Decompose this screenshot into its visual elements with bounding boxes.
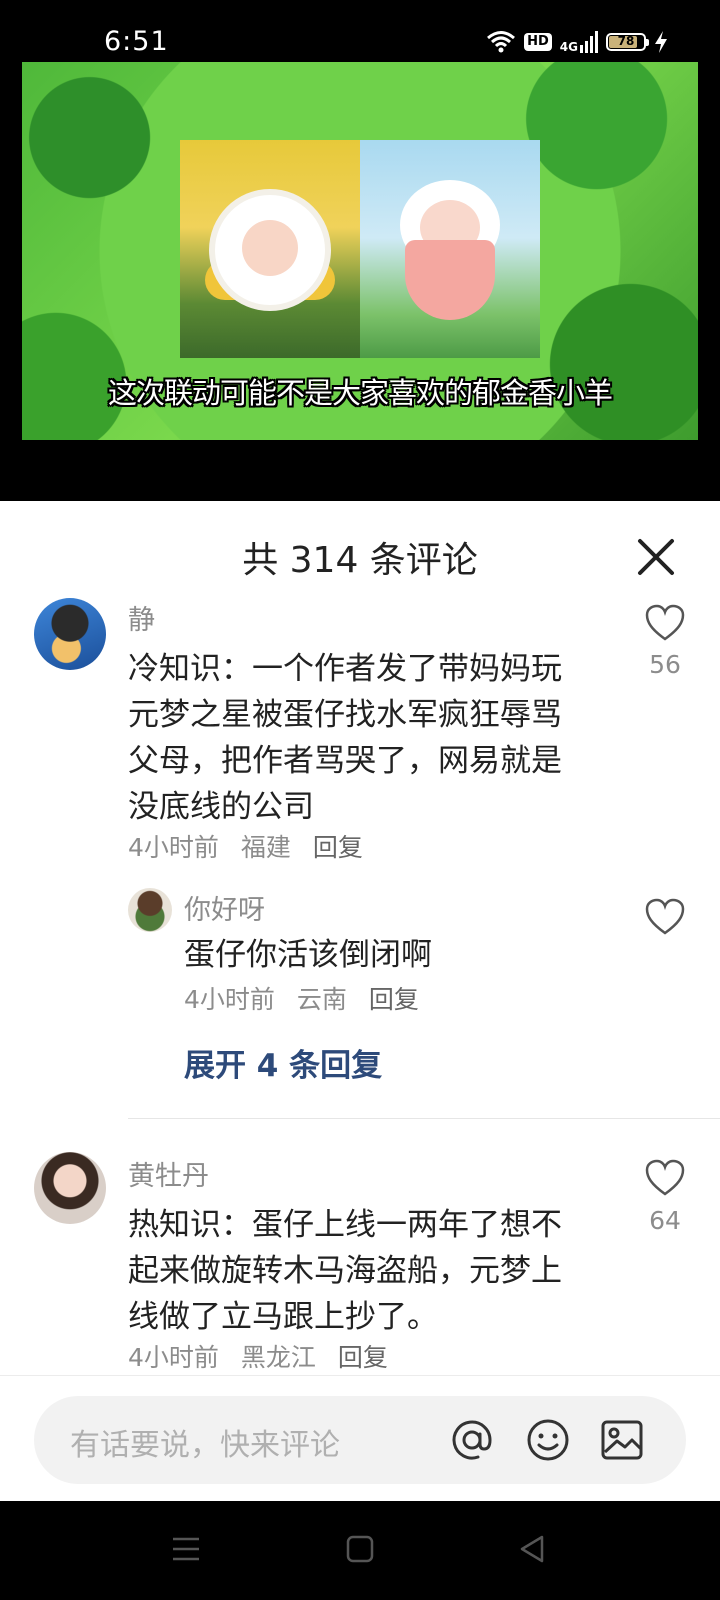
reply-username[interactable]: 你好呀 — [184, 888, 265, 927]
video-player[interactable]: 这次联动可能不是大家喜欢的郁金香小羊 — [0, 62, 720, 501]
comment-input-placeholder[interactable]: 有话要说，快来评论 — [70, 1420, 340, 1464]
system-nav-bar — [0, 1501, 720, 1600]
at-icon — [452, 1420, 492, 1460]
heart-icon — [645, 1159, 685, 1196]
reply-text[interactable]: 蛋仔你活该倒闭啊 — [184, 932, 584, 978]
avatar[interactable] — [128, 888, 172, 932]
menu-button[interactable] — [170, 1533, 210, 1573]
reply-time: 4小时前 — [184, 985, 275, 1014]
tulip-sheep-image — [360, 140, 540, 358]
back-icon — [520, 1535, 544, 1563]
reply-meta: 4小时前 云南 回复 — [184, 980, 433, 1016]
home-icon — [346, 1535, 374, 1563]
comment-time: 4小时前 — [128, 1343, 219, 1371]
emoji-icon — [527, 1419, 569, 1461]
comment-input-bar: 有话要说，快来评论 — [0, 1375, 720, 1502]
comment-meta: 4小时前 福建 回复 — [128, 828, 377, 864]
comment-time: 4小时前 — [128, 833, 219, 862]
reply-location: 云南 — [296, 985, 347, 1014]
home-button[interactable] — [344, 1533, 384, 1573]
comment-location: 黑龙江 — [240, 1343, 316, 1371]
like-count: 56 — [649, 650, 681, 679]
like-button[interactable] — [645, 898, 685, 940]
comment-location: 福建 — [240, 833, 291, 862]
like-button[interactable] — [645, 604, 685, 646]
video-subtitle: 这次联动可能不是大家喜欢的郁金香小羊 — [107, 376, 613, 410]
network-label: 4G — [559, 40, 578, 54]
image-button[interactable] — [598, 1416, 646, 1464]
at-button[interactable] — [448, 1416, 496, 1464]
avatar[interactable] — [34, 598, 106, 670]
charging-icon — [655, 31, 667, 53]
comments-list[interactable]: 静 冷知识：一个作者发了带妈妈玩元梦之星被蛋仔找水军疯狂辱骂父母，把作者骂哭了，… — [0, 596, 720, 1371]
back-button[interactable] — [516, 1533, 556, 1573]
divider — [128, 1118, 720, 1119]
comment-text[interactable]: 冷知识：一个作者发了带妈妈玩元梦之星被蛋仔找水军疯狂辱骂父母，把作者骂哭了，网易… — [128, 646, 578, 830]
signal-bars-icon — [580, 31, 598, 53]
comment-text[interactable]: 热知识：蛋仔上线一两年了想不起来做旋转木马海盗船，元梦上线做了立马跟上抄了。 — [128, 1202, 578, 1340]
reply-button[interactable]: 回复 — [313, 833, 363, 862]
image-icon — [601, 1420, 643, 1460]
comment-username[interactable]: 静 — [128, 598, 155, 637]
comments-title: 共 314 条评论 — [242, 540, 478, 581]
reply-button[interactable]: 回复 — [369, 985, 419, 1014]
menu-icon — [173, 1537, 199, 1561]
status-bar: 6:51 HD 4G 78 — [0, 0, 720, 62]
emoji-button[interactable] — [524, 1416, 572, 1464]
comment-username[interactable]: 黄牡丹 — [128, 1154, 209, 1193]
close-icon — [638, 539, 674, 575]
signal-4g-icon: 4G — [560, 31, 598, 53]
sunflower-sheep-image — [180, 140, 360, 358]
battery-icon: 78 — [606, 33, 649, 51]
heart-icon — [645, 898, 685, 935]
video-frame[interactable]: 这次联动可能不是大家喜欢的郁金香小羊 — [22, 62, 698, 440]
like-count: 64 — [649, 1206, 681, 1235]
avatar[interactable] — [34, 1152, 106, 1224]
comment-meta: 4小时前 黑龙江 回复 — [128, 1338, 402, 1371]
like-button[interactable] — [645, 1159, 685, 1201]
comments-sheet: 共 314 条评论 静 冷知识：一个作者发了带妈妈玩元梦之星被蛋仔找水军疯狂辱骂… — [0, 501, 720, 1501]
hd-icon: HD — [524, 33, 552, 51]
comment-input[interactable]: 有话要说，快来评论 — [34, 1396, 686, 1484]
battery-level: 78 — [617, 34, 635, 48]
wifi-icon — [487, 31, 516, 53]
expand-replies-button[interactable]: 展开 4 条回复 — [184, 1040, 382, 1085]
status-time: 6:51 — [104, 26, 169, 57]
reply-button[interactable]: 回复 — [338, 1343, 388, 1371]
heart-icon — [645, 604, 685, 641]
close-button[interactable] — [636, 537, 676, 577]
status-icons: HD 4G 78 — [486, 30, 668, 54]
